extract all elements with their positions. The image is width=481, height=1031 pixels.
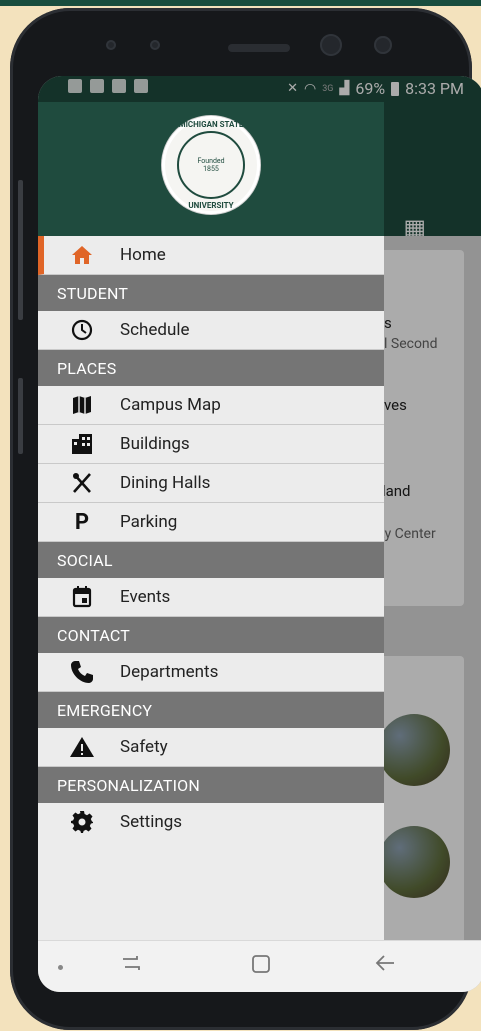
proximity-sensor <box>106 40 116 50</box>
menu-item-label: Dining Halls <box>120 473 211 493</box>
seal-bottom-text: UNIVERSITY <box>188 201 234 210</box>
warning-icon <box>66 735 98 759</box>
screen: ✕ ◠ 3G ▟ 69% 8:33 PM ▦ s l Second ves el… <box>38 76 481 992</box>
parking-icon: P <box>74 509 90 535</box>
utensils-icon <box>66 471 98 495</box>
menu-item-safety[interactable]: Safety <box>38 728 384 767</box>
section-contact: CONTACT <box>38 617 384 653</box>
section-student: STUDENT <box>38 275 384 311</box>
light-sensor <box>150 40 160 50</box>
home-button-icon[interactable] <box>250 953 272 981</box>
menu-item-label: Safety <box>120 737 168 757</box>
menu-item-parking[interactable]: P Parking <box>38 503 384 542</box>
system-nav-bar <box>38 940 481 992</box>
section-emergency: EMERGENCY <box>38 692 384 728</box>
menu-item-label: Departments <box>120 662 219 682</box>
menu-item-buildings[interactable]: Buildings <box>38 425 384 464</box>
menu-item-label: Parking <box>120 512 178 532</box>
front-camera <box>320 34 342 56</box>
recents-icon[interactable] <box>120 953 142 979</box>
menu-item-label: Campus Map <box>120 395 221 415</box>
back-icon[interactable] <box>374 953 396 979</box>
menu-item-departments[interactable]: Departments <box>38 653 384 692</box>
menu-item-schedule[interactable]: Schedule <box>38 311 384 350</box>
seal-top-text: MICHIGAN STATE <box>178 120 244 129</box>
menu-item-label: Home <box>120 245 166 265</box>
section-social: SOCIAL <box>38 542 384 578</box>
menu-item-label: Settings <box>120 812 183 832</box>
volume-button <box>18 180 23 320</box>
seal-center: Founded 1855 <box>177 131 245 199</box>
menu-item-dining-halls[interactable]: Dining Halls <box>38 464 384 503</box>
home-icon <box>66 243 98 267</box>
map-icon <box>66 393 98 417</box>
menu-item-events[interactable]: Events <box>38 578 384 617</box>
menu-item-home[interactable]: Home <box>38 236 384 275</box>
speaker-grille <box>228 44 290 52</box>
seal-founded: Founded <box>197 157 225 165</box>
menu-item-settings[interactable]: Settings <box>38 803 384 841</box>
menu-item-label: Schedule <box>120 320 190 340</box>
iris-sensor <box>374 36 392 54</box>
gear-icon <box>66 810 98 834</box>
building-icon <box>66 432 98 456</box>
phone-icon <box>66 660 98 684</box>
seal-year: 1855 <box>203 165 219 173</box>
navigation-drawer: Founded 1855 MICHIGAN STATE UNIVERSITY H… <box>38 102 384 940</box>
clock-icon <box>66 318 98 342</box>
calendar-icon <box>66 585 98 609</box>
drawer-header: Founded 1855 MICHIGAN STATE UNIVERSITY <box>38 102 384 236</box>
menu-item-campus-map[interactable]: Campus Map <box>38 386 384 425</box>
msu-seal-logo: Founded 1855 MICHIGAN STATE UNIVERSITY <box>162 116 260 214</box>
menu-item-label: Buildings <box>120 434 190 454</box>
section-places: PLACES <box>38 350 384 386</box>
menu-item-label: Events <box>120 587 171 607</box>
phone-frame: ✕ ◠ 3G ▟ 69% 8:33 PM ▦ s l Second ves el… <box>10 8 481 1030</box>
section-personalization: PERSONALIZATION <box>38 767 384 803</box>
nav-hide-dot[interactable] <box>58 965 63 970</box>
bixby-button <box>18 378 23 454</box>
